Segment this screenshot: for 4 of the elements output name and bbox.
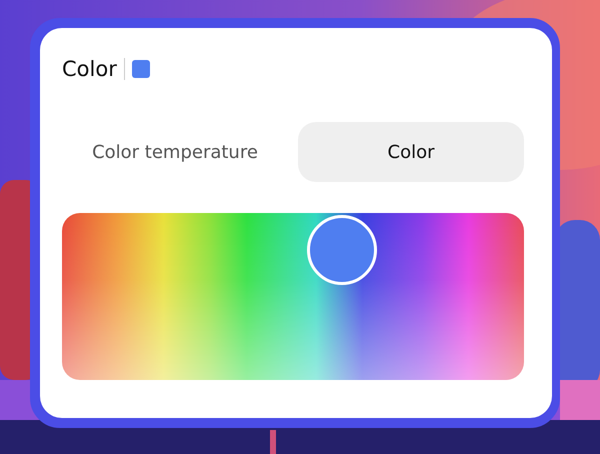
panel-title: Color [62, 57, 117, 81]
color-picker[interactable] [62, 213, 524, 380]
mode-tab[interactable]: Color [298, 122, 524, 182]
mode-tab[interactable]: Color temperature [62, 122, 288, 182]
